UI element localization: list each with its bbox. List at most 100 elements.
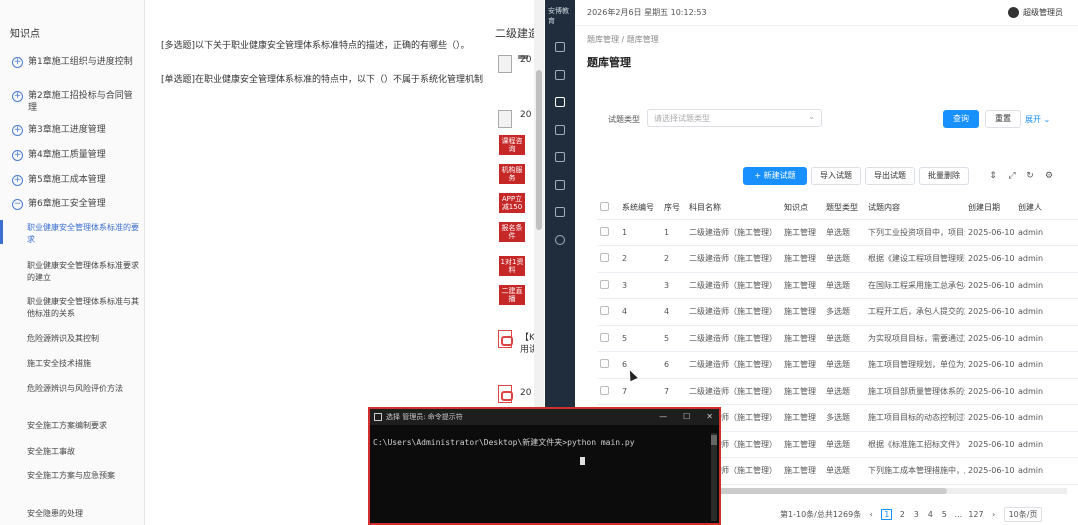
tag-app-discount[interactable]: APP立减150	[498, 192, 526, 214]
user-icon[interactable]	[555, 42, 565, 52]
tag-live[interactable]: 二建直播	[498, 284, 526, 306]
breadcrumb[interactable]: 题库管理 / 题库管理	[587, 34, 659, 45]
document-icon[interactable]	[498, 55, 512, 73]
document-icon[interactable]	[555, 70, 565, 80]
sub-item[interactable]: 安全施工事故	[27, 446, 139, 458]
table-cell: 二级建造师（施工管理）	[686, 325, 781, 352]
tree-item-chapter-5[interactable]: + 第5章施工成本管理	[12, 174, 140, 186]
row-checkbox[interactable]	[597, 245, 619, 273]
minimize-icon[interactable]: —	[659, 409, 667, 425]
pdf-icon[interactable]	[498, 330, 513, 348]
doc-title[interactable]: 20	[520, 388, 531, 398]
maximize-icon[interactable]: ☐	[683, 409, 690, 425]
column-header[interactable]: 知识点	[781, 197, 823, 220]
column-header[interactable]: 序号	[661, 197, 686, 220]
tree-item-chapter-2[interactable]: + 第2章施工招投标与合同管理	[12, 90, 140, 114]
column-height-icon[interactable]: ⇕	[988, 171, 998, 181]
tag-signup[interactable]: 报名条件	[498, 221, 526, 243]
cmd-titlebar[interactable]: 选择 管理员: 命令提示符 — ☐ ✕	[370, 409, 719, 425]
import-button[interactable]: 导入试题	[811, 167, 861, 185]
table-row[interactable]: 77二级建造师（施工管理）施工管理单选题施工项目部质量管理体系的运行…2025-…	[597, 378, 1078, 405]
list-icon[interactable]	[555, 97, 565, 107]
cmd-prompt-line[interactable]: C:\Users\Administrator\Desktop\新建文件夹>pyt…	[373, 437, 635, 448]
sub-item[interactable]: 安全施工方案编制要求	[27, 420, 139, 432]
table-row[interactable]: 22二级建造师（施工管理）施工管理单选题根据《建设工程项目管理规范》…2025-…	[597, 245, 1078, 273]
prev-page-icon[interactable]: ‹	[867, 510, 875, 519]
row-checkbox[interactable]	[597, 298, 619, 326]
table-row[interactable]: 66二级建造师（施工管理）施工管理单选题施工项目管理规划，单位为施工…2025-…	[597, 351, 1078, 379]
table-row[interactable]: 11二级建造师（施工管理）施工管理单选题下列工业投资项目中，项目资…2025-0…	[597, 219, 1078, 246]
tree-item-chapter-1[interactable]: + 第1章施工组织与进度控制	[12, 56, 140, 68]
tree-item-chapter-3[interactable]: + 第3章施工进度管理	[12, 124, 140, 136]
row-checkbox[interactable]	[597, 378, 619, 405]
document-icon[interactable]	[498, 110, 512, 128]
table-row[interactable]: 55二级建造师（施工管理）施工管理单选题为实现项目目标，需要通过施工…2025-…	[597, 325, 1078, 352]
page-number[interactable]: 1	[881, 509, 893, 520]
batch-delete-button[interactable]: 批量删除	[919, 167, 969, 185]
table-cell: 2025-06-10	[965, 431, 1015, 458]
row-checkbox[interactable]	[597, 325, 619, 352]
next-page-icon[interactable]: ›	[990, 510, 998, 519]
tree-item-chapter-6[interactable]: − 第6章施工安全管理	[12, 198, 140, 210]
table-cell: 施工管理	[781, 457, 823, 485]
tag-service[interactable]: 机构服务	[498, 163, 526, 185]
close-icon[interactable]: ✕	[706, 409, 713, 425]
pdf-icon[interactable]	[498, 385, 513, 403]
row-checkbox[interactable]	[597, 351, 619, 379]
reset-button[interactable]: 重置	[985, 110, 1021, 128]
tag-materials[interactable]: 1对1资料	[498, 255, 526, 277]
sub-item[interactable]: 职业健康安全管理体系标准的要求	[27, 222, 139, 246]
scrollbar-thumb[interactable]	[536, 70, 542, 230]
column-header[interactable]: 创建日期	[965, 197, 1015, 220]
column-header[interactable]: 创建人	[1015, 197, 1078, 220]
page-number[interactable]: 3	[912, 510, 920, 519]
clipboard-icon[interactable]	[555, 152, 565, 162]
refresh-icon[interactable]: ↻	[1025, 171, 1035, 181]
page-size-select[interactable]: 10条/页	[1003, 507, 1043, 522]
column-header[interactable]: 题型类型	[823, 197, 865, 220]
sub-item[interactable]: 职业健康安全管理体系标准与其他标准的关系	[27, 296, 139, 320]
cmd-scrollbar[interactable]	[711, 433, 717, 521]
doc-title[interactable]: 20	[520, 55, 531, 65]
column-header[interactable]: 科目名称	[686, 197, 781, 220]
sub-item[interactable]: 职业健康安全管理体系标准要求的建立	[27, 260, 139, 284]
user-menu[interactable]: 超级管理员	[1008, 7, 1063, 18]
row-checkbox[interactable]	[597, 219, 619, 246]
search-button[interactable]: 查询	[943, 110, 979, 128]
sub-item[interactable]: 危险源辨识与风险评价方法	[27, 383, 139, 395]
gear-icon[interactable]: ⚙	[1044, 171, 1054, 181]
sub-item[interactable]: 安全施工方案与应急预案	[27, 470, 139, 482]
tree-item-chapter-4[interactable]: + 第4章施工质量管理	[12, 149, 140, 161]
table-row[interactable]: 44二级建造师（施工管理）施工管理多选题工程开工后，承包人提交的施工…2025-…	[597, 298, 1078, 326]
scrollbar-thumb[interactable]	[717, 488, 947, 494]
page-number[interactable]: 2	[898, 510, 906, 519]
expand-link[interactable]: 展开 ⌄	[1025, 114, 1050, 125]
question-text[interactable]: [单选题]在职业健康安全管理体系标准的特点中，以下（）不属于系统化管理机制	[161, 72, 483, 85]
scrollbar-thumb[interactable]	[711, 435, 717, 445]
people-icon[interactable]	[555, 125, 565, 135]
file-icon[interactable]	[555, 207, 565, 217]
cmd-window[interactable]: 选择 管理员: 命令提示符 — ☐ ✕ C:\Users\Administrat…	[368, 407, 721, 525]
question-type-select[interactable]: 请选择试题类型 ⌄	[647, 109, 822, 127]
table-header: 系统编号 序号 科目名称 知识点 题型类型 试题内容 创建日期 创建人	[597, 197, 1078, 220]
table-row[interactable]: 33二级建造师（施工管理）施工管理单选题在国际工程采用施工总承包模式…2025-…	[597, 272, 1078, 299]
new-question-button[interactable]: + 新建试题	[743, 167, 807, 185]
page-number[interactable]: 127	[968, 510, 983, 519]
page-ellipsis[interactable]: ...	[954, 510, 962, 519]
sub-item[interactable]: 安全隐患的处理	[27, 508, 139, 520]
page-number[interactable]: 4	[926, 510, 934, 519]
row-checkbox[interactable]	[597, 272, 619, 299]
select-all-checkbox[interactable]	[597, 197, 619, 220]
export-button[interactable]: 导出试题	[865, 167, 915, 185]
gear-icon[interactable]	[555, 235, 565, 245]
book-icon[interactable]	[555, 180, 565, 190]
sub-item[interactable]: 施工安全技术措施	[27, 358, 139, 370]
page-number[interactable]: 5	[940, 510, 948, 519]
doc-title[interactable]: 20	[520, 110, 531, 120]
fullscreen-icon[interactable]: ⤢	[1007, 171, 1017, 181]
tag-course-consult[interactable]: 课程咨询	[498, 134, 526, 156]
column-header[interactable]: 系统编号	[619, 197, 661, 220]
column-header[interactable]: 试题内容	[865, 197, 965, 220]
sub-item[interactable]: 危险源辨识及其控制	[27, 333, 139, 345]
question-text[interactable]: [多选题]以下关于职业健康安全管理体系标准特点的描述，正确的有哪些（）。	[161, 38, 470, 51]
